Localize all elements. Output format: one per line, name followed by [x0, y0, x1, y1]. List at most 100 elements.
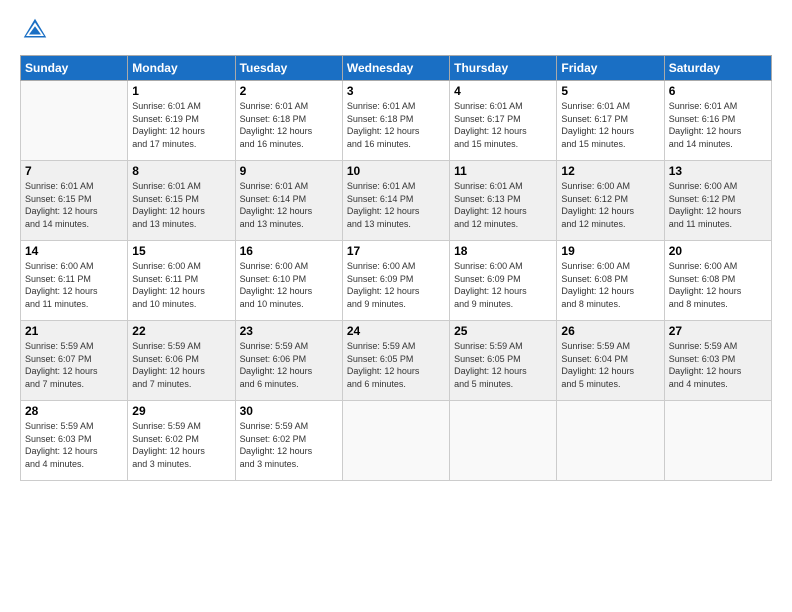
- day-info: Sunrise: 5:59 AM Sunset: 6:03 PM Dayligh…: [669, 340, 767, 390]
- day-number: 1: [132, 84, 230, 98]
- calendar-week-row: 14 Sunrise: 6:00 AM Sunset: 6:11 PM Dayli…: [21, 241, 772, 321]
- day-number: 8: [132, 164, 230, 178]
- calendar-cell: 20 Sunrise: 6:00 AM Sunset: 6:08 PM Dayli…: [664, 241, 771, 321]
- calendar-table: SundayMondayTuesdayWednesdayThursdayFrid…: [20, 55, 772, 481]
- day-info: Sunrise: 6:00 AM Sunset: 6:08 PM Dayligh…: [561, 260, 659, 310]
- calendar-cell: 29 Sunrise: 5:59 AM Sunset: 6:02 PM Dayli…: [128, 401, 235, 481]
- calendar-cell: 25 Sunrise: 5:59 AM Sunset: 6:05 PM Dayli…: [450, 321, 557, 401]
- calendar-cell: 16 Sunrise: 6:00 AM Sunset: 6:10 PM Dayli…: [235, 241, 342, 321]
- day-number: 17: [347, 244, 445, 258]
- calendar-week-row: 1 Sunrise: 6:01 AM Sunset: 6:19 PM Daylig…: [21, 81, 772, 161]
- day-info: Sunrise: 6:01 AM Sunset: 6:16 PM Dayligh…: [669, 100, 767, 150]
- calendar-cell: 14 Sunrise: 6:00 AM Sunset: 6:11 PM Dayli…: [21, 241, 128, 321]
- day-number: 9: [240, 164, 338, 178]
- weekday-header-thursday: Thursday: [450, 56, 557, 81]
- day-info: Sunrise: 6:00 AM Sunset: 6:12 PM Dayligh…: [669, 180, 767, 230]
- day-info: Sunrise: 6:00 AM Sunset: 6:11 PM Dayligh…: [132, 260, 230, 310]
- weekday-header-wednesday: Wednesday: [342, 56, 449, 81]
- day-info: Sunrise: 5:59 AM Sunset: 6:02 PM Dayligh…: [240, 420, 338, 470]
- day-info: Sunrise: 5:59 AM Sunset: 6:03 PM Dayligh…: [25, 420, 123, 470]
- day-number: 25: [454, 324, 552, 338]
- day-info: Sunrise: 6:01 AM Sunset: 6:14 PM Dayligh…: [240, 180, 338, 230]
- calendar-cell: 9 Sunrise: 6:01 AM Sunset: 6:14 PM Daylig…: [235, 161, 342, 241]
- calendar-cell: 1 Sunrise: 6:01 AM Sunset: 6:19 PM Daylig…: [128, 81, 235, 161]
- day-info: Sunrise: 5:59 AM Sunset: 6:06 PM Dayligh…: [132, 340, 230, 390]
- day-number: 12: [561, 164, 659, 178]
- calendar-cell: 22 Sunrise: 5:59 AM Sunset: 6:06 PM Dayli…: [128, 321, 235, 401]
- calendar-cell: 11Sunrise: 6:01 AM Sunset: 6:13 PM Dayli…: [450, 161, 557, 241]
- calendar-cell: 19 Sunrise: 6:00 AM Sunset: 6:08 PM Dayli…: [557, 241, 664, 321]
- day-info: Sunrise: 6:01 AM Sunset: 6:18 PM Dayligh…: [240, 100, 338, 150]
- day-info: Sunrise: 6:00 AM Sunset: 6:09 PM Dayligh…: [347, 260, 445, 310]
- calendar-cell: 24 Sunrise: 5:59 AM Sunset: 6:05 PM Dayli…: [342, 321, 449, 401]
- day-number: 30: [240, 404, 338, 418]
- calendar-cell: [557, 401, 664, 481]
- day-info: Sunrise: 6:00 AM Sunset: 6:12 PM Dayligh…: [561, 180, 659, 230]
- logo: [20, 15, 55, 45]
- day-number: 5: [561, 84, 659, 98]
- calendar-cell: 6 Sunrise: 6:01 AM Sunset: 6:16 PM Daylig…: [664, 81, 771, 161]
- calendar-cell: 30 Sunrise: 5:59 AM Sunset: 6:02 PM Dayli…: [235, 401, 342, 481]
- calendar-week-row: 21Sunrise: 5:59 AM Sunset: 6:07 PM Dayli…: [21, 321, 772, 401]
- day-info: Sunrise: 6:01 AM Sunset: 6:18 PM Dayligh…: [347, 100, 445, 150]
- day-number: 27: [669, 324, 767, 338]
- day-number: 7: [25, 164, 123, 178]
- day-info: Sunrise: 6:01 AM Sunset: 6:17 PM Dayligh…: [561, 100, 659, 150]
- day-number: 29: [132, 404, 230, 418]
- calendar-cell: 13 Sunrise: 6:00 AM Sunset: 6:12 PM Dayli…: [664, 161, 771, 241]
- calendar-week-row: 7 Sunrise: 6:01 AM Sunset: 6:15 PM Daylig…: [21, 161, 772, 241]
- day-info: Sunrise: 6:01 AM Sunset: 6:15 PM Dayligh…: [25, 180, 123, 230]
- calendar-cell: 4 Sunrise: 6:01 AM Sunset: 6:17 PM Daylig…: [450, 81, 557, 161]
- day-info: Sunrise: 5:59 AM Sunset: 6:04 PM Dayligh…: [561, 340, 659, 390]
- calendar-cell: 28 Sunrise: 5:59 AM Sunset: 6:03 PM Dayli…: [21, 401, 128, 481]
- day-number: 6: [669, 84, 767, 98]
- weekday-header-saturday: Saturday: [664, 56, 771, 81]
- day-number: 4: [454, 84, 552, 98]
- day-number: 24: [347, 324, 445, 338]
- day-info: Sunrise: 6:00 AM Sunset: 6:09 PM Dayligh…: [454, 260, 552, 310]
- weekday-header-monday: Monday: [128, 56, 235, 81]
- day-number: 13: [669, 164, 767, 178]
- day-info: Sunrise: 5:59 AM Sunset: 6:05 PM Dayligh…: [347, 340, 445, 390]
- day-info: Sunrise: 6:01 AM Sunset: 6:19 PM Dayligh…: [132, 100, 230, 150]
- calendar-cell: [664, 401, 771, 481]
- logo-icon: [20, 15, 50, 45]
- weekday-header-friday: Friday: [557, 56, 664, 81]
- calendar-cell: 2Sunrise: 6:01 AM Sunset: 6:18 PM Daylig…: [235, 81, 342, 161]
- day-number: 26: [561, 324, 659, 338]
- calendar-cell: 27 Sunrise: 5:59 AM Sunset: 6:03 PM Dayli…: [664, 321, 771, 401]
- day-number: 3: [347, 84, 445, 98]
- day-info: Sunrise: 6:00 AM Sunset: 6:08 PM Dayligh…: [669, 260, 767, 310]
- day-number: 14: [25, 244, 123, 258]
- day-number: 10: [347, 164, 445, 178]
- day-number: 23: [240, 324, 338, 338]
- calendar-cell: 8Sunrise: 6:01 AM Sunset: 6:15 PM Daylig…: [128, 161, 235, 241]
- day-info: Sunrise: 5:59 AM Sunset: 6:05 PM Dayligh…: [454, 340, 552, 390]
- day-number: 21: [25, 324, 123, 338]
- calendar-cell: 18 Sunrise: 6:00 AM Sunset: 6:09 PM Dayli…: [450, 241, 557, 321]
- page: SundayMondayTuesdayWednesdayThursdayFrid…: [0, 0, 792, 612]
- calendar-cell: 23Sunrise: 5:59 AM Sunset: 6:06 PM Dayli…: [235, 321, 342, 401]
- day-info: Sunrise: 6:00 AM Sunset: 6:11 PM Dayligh…: [25, 260, 123, 310]
- calendar-cell: 12 Sunrise: 6:00 AM Sunset: 6:12 PM Dayli…: [557, 161, 664, 241]
- calendar-cell: 3 Sunrise: 6:01 AM Sunset: 6:18 PM Daylig…: [342, 81, 449, 161]
- day-info: Sunrise: 5:59 AM Sunset: 6:02 PM Dayligh…: [132, 420, 230, 470]
- day-number: 19: [561, 244, 659, 258]
- day-info: Sunrise: 6:01 AM Sunset: 6:17 PM Dayligh…: [454, 100, 552, 150]
- day-info: Sunrise: 6:00 AM Sunset: 6:10 PM Dayligh…: [240, 260, 338, 310]
- calendar-cell: [450, 401, 557, 481]
- day-number: 16: [240, 244, 338, 258]
- day-number: 22: [132, 324, 230, 338]
- weekday-header-tuesday: Tuesday: [235, 56, 342, 81]
- calendar-cell: 5 Sunrise: 6:01 AM Sunset: 6:17 PM Daylig…: [557, 81, 664, 161]
- day-info: Sunrise: 6:01 AM Sunset: 6:14 PM Dayligh…: [347, 180, 445, 230]
- calendar-cell: 10 Sunrise: 6:01 AM Sunset: 6:14 PM Dayli…: [342, 161, 449, 241]
- day-number: 15: [132, 244, 230, 258]
- calendar-week-row: 28 Sunrise: 5:59 AM Sunset: 6:03 PM Dayli…: [21, 401, 772, 481]
- day-number: 28: [25, 404, 123, 418]
- calendar-cell: [21, 81, 128, 161]
- weekday-header-sunday: Sunday: [21, 56, 128, 81]
- day-number: 20: [669, 244, 767, 258]
- calendar-cell: [342, 401, 449, 481]
- day-number: 18: [454, 244, 552, 258]
